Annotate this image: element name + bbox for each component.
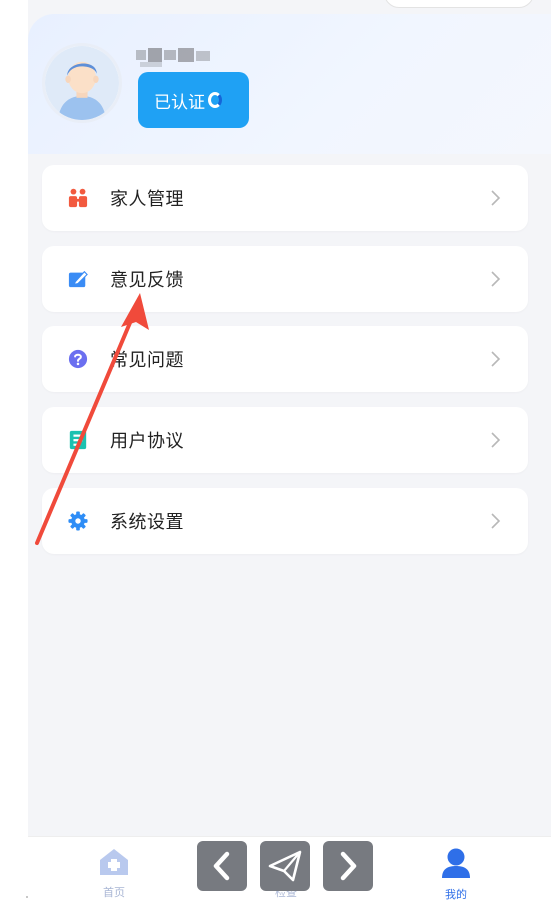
menu-item-label: 系统设置: [110, 512, 184, 532]
menu-item-system-settings[interactable]: 系统设置: [42, 488, 528, 554]
back-button[interactable]: [197, 841, 247, 891]
menu-item-faq[interactable]: 常见问题: [42, 326, 528, 392]
forward-button[interactable]: [323, 841, 373, 891]
tab-home[interactable]: 首页: [84, 847, 144, 907]
loading-ring-icon: [208, 92, 222, 108]
menu-item-feedback[interactable]: 意见反馈: [42, 246, 528, 312]
menu-item-family-management[interactable]: 家人管理: [42, 165, 528, 231]
chevron-right-icon: [491, 351, 501, 367]
avatar-illustration: [45, 46, 119, 120]
gear-icon: [68, 510, 88, 532]
top-capsule[interactable]: [384, 0, 534, 8]
edge-dot: [26, 896, 28, 898]
chevron-right-icon: [491, 190, 501, 206]
app-screen: 已认证 家人管理 意见反馈 常见问题 用户协议 系统设置 首页 检查 我的: [28, 0, 551, 910]
family-icon: [68, 187, 88, 209]
tab-mine[interactable]: 我的: [426, 847, 486, 907]
tab-label: 首页: [103, 887, 125, 899]
username-redacted: [136, 46, 214, 68]
feedback-edit-icon: [68, 268, 88, 290]
tab-label: 我的: [445, 889, 467, 901]
avatar[interactable]: [42, 43, 122, 123]
chevron-right-icon: [491, 432, 501, 448]
menu-item-user-agreement[interactable]: 用户协议: [42, 407, 528, 473]
chevron-right-icon: [491, 271, 501, 287]
chevron-right-icon: [340, 851, 357, 881]
verified-badge[interactable]: 已认证: [138, 72, 249, 128]
menu-item-label: 用户协议: [110, 431, 184, 451]
menu-item-label: 意见反馈: [110, 270, 184, 290]
chevron-left-icon: [213, 851, 230, 881]
user-icon: [442, 848, 470, 878]
menu-item-label: 常见问题: [110, 350, 184, 370]
paper-plane-icon: [268, 850, 302, 882]
send-button[interactable]: [260, 841, 310, 891]
chevron-right-icon: [491, 513, 501, 529]
verified-label: 已认证: [154, 92, 205, 112]
menu-item-label: 家人管理: [110, 189, 184, 209]
document-icon: [68, 429, 88, 451]
question-icon: [68, 348, 88, 370]
home-icon: [100, 849, 128, 875]
profile-card: 已认证: [28, 14, 551, 154]
